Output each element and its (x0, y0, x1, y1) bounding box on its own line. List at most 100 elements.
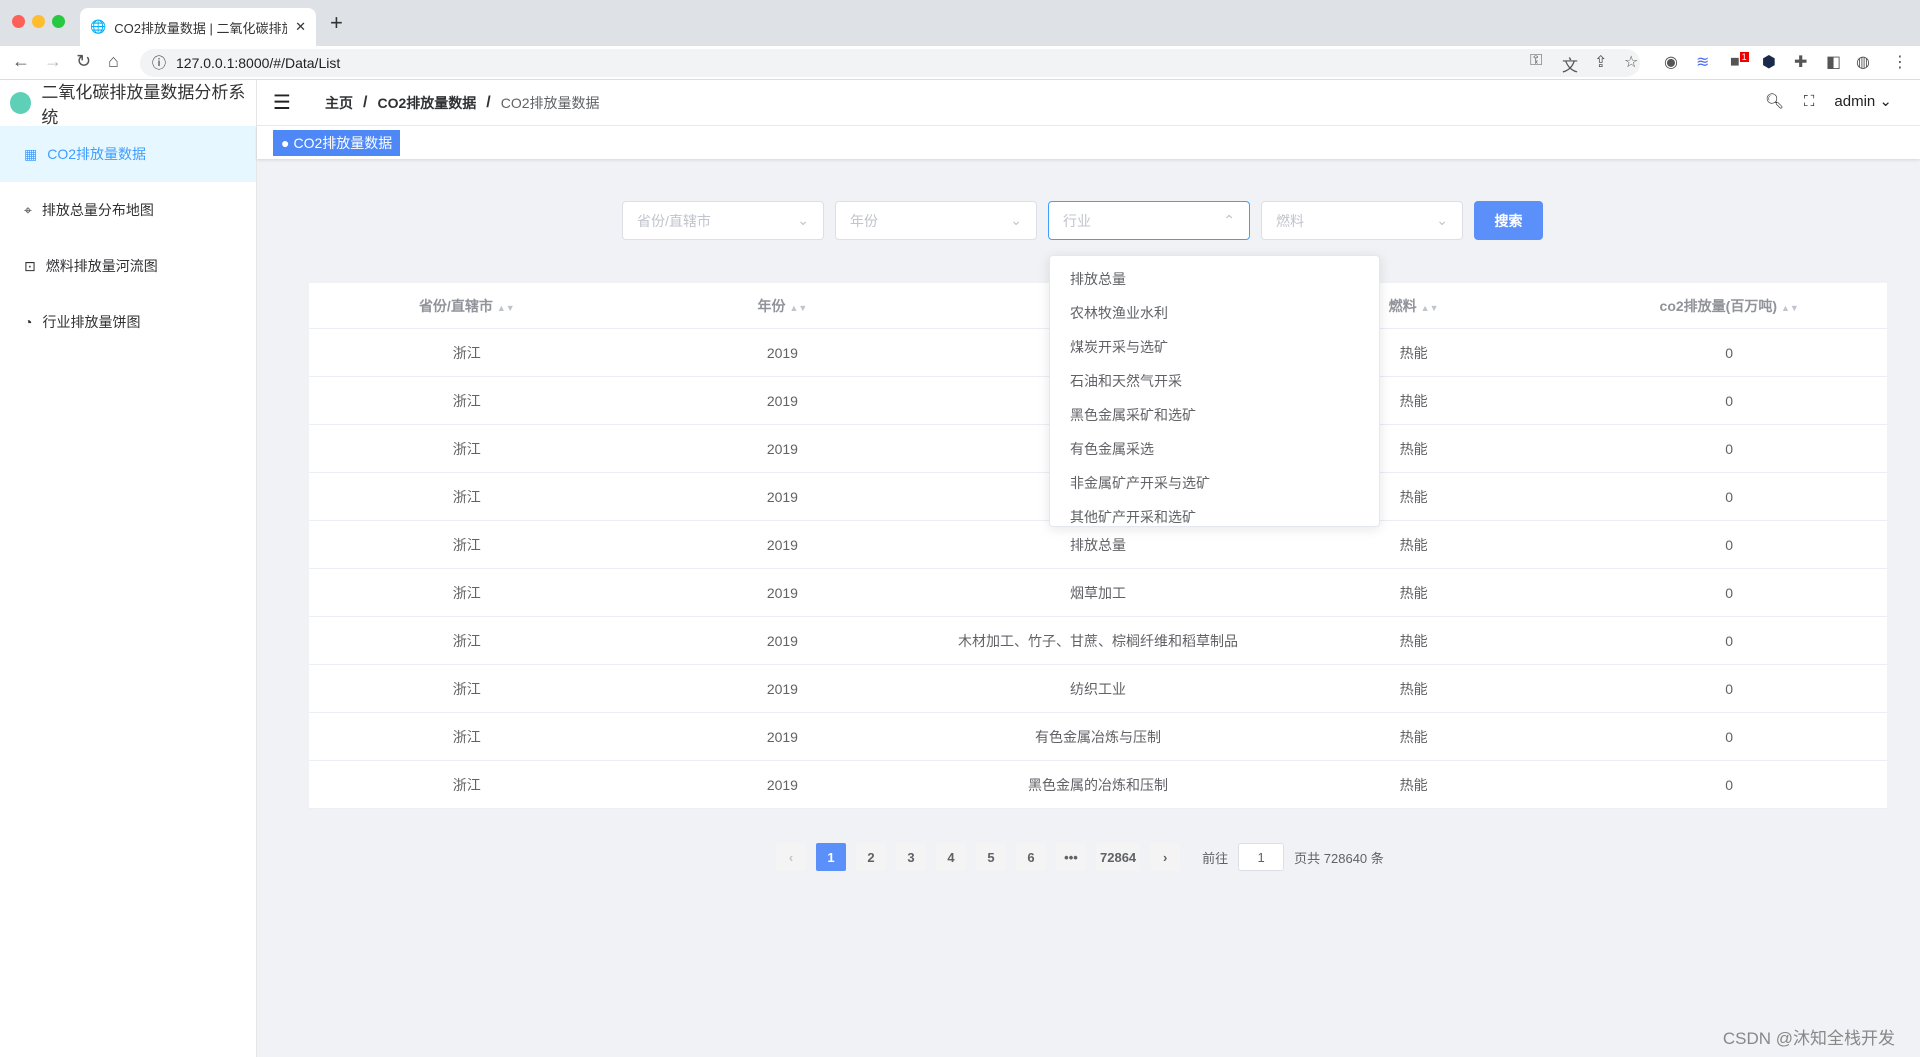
close-window-button[interactable] (12, 15, 25, 28)
share-icon[interactable]: ⇪ (1594, 52, 1607, 72)
total-label: 页共 728640 条 (1294, 850, 1384, 866)
table-cell: 2019 (766, 536, 798, 553)
browser-tab[interactable]: 🌐CO2排放量数据 | 二氧化碳排放量数据分析系统✕ (80, 8, 316, 46)
bookmark-star-icon[interactable]: ☆ (1624, 52, 1638, 72)
new-tab-button[interactable]: + (330, 10, 343, 36)
chevron-down-icon: ⌄ (1436, 212, 1448, 228)
industry-dropdown: 排放总量 农林牧渔业水利 煤炭开采与选矿 石油和天然气开采 黑色金属采矿和选矿 有色金属采… (1049, 255, 1380, 527)
sidebar-item-industry-pie-chart[interactable]: ◔ 行业排放量饼图 (0, 294, 256, 350)
home-icon[interactable]: ⌂ (108, 51, 119, 72)
prev-page-button[interactable]: ‹ (776, 843, 806, 871)
dropdown-option[interactable]: 煤炭开采与选矿 (1050, 330, 1379, 364)
app-title: 二氧化碳排放量数据分析系统 (41, 83, 246, 127)
table-row: 浙江 2019 纺织工业 热能 0 (309, 665, 1887, 713)
dropdown-option[interactable]: 其他矿产开采和选矿 (1050, 500, 1379, 534)
grid-icon: ▦ (24, 145, 38, 162)
sidebar-item-co2-data[interactable]: ▦ CO2排放量数据 (0, 126, 256, 182)
breadcrumb-section[interactable]: CO2排放量数据 (377, 93, 476, 113)
sort-icon[interactable]: ▲▼ (1781, 303, 1799, 313)
industry-select[interactable]: 行业 ⌃ (1048, 201, 1250, 240)
address-bar-row: ← → ↻ ⌂ ⓘ 127.0.0.1:8000/#/Data/List ⚿ 文 … (0, 46, 1920, 80)
search-icon[interactable]: 🔍︎ (1765, 92, 1784, 110)
dropdown-option[interactable]: 排放总量 (1050, 262, 1379, 296)
tag-co2-data[interactable]: ● CO2排放量数据 (273, 130, 401, 156)
table-row: 浙江 2019 烟草加工 热能 0 (309, 569, 1887, 617)
year-select[interactable]: 年份 ⌄ (835, 201, 1037, 240)
key-icon[interactable]: ⚿ (1530, 52, 1542, 70)
province-select[interactable]: 省份/直辖市 ⌄ (622, 201, 824, 240)
page-1[interactable]: 1 (816, 843, 846, 871)
table-cell: 浙江 (452, 584, 481, 601)
table-cell: 0 (1725, 680, 1734, 697)
page-6[interactable]: 6 (1016, 843, 1046, 871)
column-header[interactable]: 省份/直辖市 ▲▼ (309, 296, 625, 316)
table-cell: 2019 (766, 584, 798, 601)
sort-icon[interactable]: ▲▼ (789, 303, 807, 313)
back-icon[interactable]: ← (12, 51, 30, 72)
table-row: 浙江 2019 有色金属冶炼与压制 热能 0 (309, 713, 1887, 761)
page-5[interactable]: 5 (976, 843, 1006, 871)
user-menu[interactable]: admin ⌄ (1834, 92, 1892, 110)
table-cell: 2019 (766, 488, 798, 505)
dropdown-option[interactable]: 非金属矿产开采与选矿 (1050, 466, 1379, 500)
reload-icon[interactable]: ↻ (76, 51, 91, 72)
page-3[interactable]: 3 (896, 843, 926, 871)
csdn-watermark: CSDN @沐知全栈开发 (1722, 1029, 1895, 1048)
translate-icon[interactable]: 文 (1562, 52, 1578, 76)
profile-icon[interactable]: ◍ (1856, 52, 1870, 72)
more-pages-button[interactable]: ••• (1056, 843, 1086, 871)
table-cell: 浙江 (452, 680, 481, 697)
forward-icon[interactable]: → (44, 51, 62, 72)
table-cell: 浙江 (452, 776, 481, 793)
menu-kebab-icon[interactable]: ⋮ (1892, 52, 1908, 72)
table-cell: 0 (1725, 776, 1734, 793)
url-input[interactable]: ⓘ 127.0.0.1:8000/#/Data/List (140, 49, 1640, 77)
extension-avatar-icon[interactable]: ◉ (1664, 52, 1678, 72)
table-cell: 2019 (766, 440, 798, 457)
sort-icon[interactable]: ▲▼ (497, 303, 515, 313)
dropdown-option[interactable]: 石油和天然气开采 (1050, 364, 1379, 398)
sidebar-item-distribution-map[interactable]: ⌖ 排放总量分布地图 (0, 182, 256, 238)
sidepanel-icon[interactable]: ◧ (1826, 52, 1841, 72)
table-cell: 排放总量 (1069, 536, 1126, 553)
table-cell: 0 (1725, 728, 1734, 745)
page-2[interactable]: 2 (856, 843, 886, 871)
table-cell: 2019 (766, 344, 798, 361)
breadcrumb-current: CO2排放量数据 (500, 94, 600, 111)
extension-badge-icon[interactable]: ■ 1 (1730, 52, 1749, 71)
extension-layers-icon[interactable]: ≋ (1696, 52, 1709, 72)
last-page[interactable]: 72864 (1096, 843, 1141, 871)
tags-view: ● CO2排放量数据 (257, 126, 1920, 159)
table-cell: 浙江 (452, 728, 481, 745)
table-cell: 0 (1725, 632, 1734, 649)
table-cell: 2019 (766, 728, 798, 745)
minimize-window-button[interactable] (32, 15, 45, 28)
table-cell: 2019 (766, 392, 798, 409)
table-cell: 热能 (1399, 728, 1428, 745)
extensions-puzzle-icon[interactable]: ✚ (1794, 52, 1807, 72)
maximize-window-button[interactable] (52, 15, 65, 28)
table-cell: 2019 (766, 776, 798, 793)
fullscreen-icon[interactable]: ⛶ (1804, 93, 1815, 110)
presentation-chart-icon: ⊡ (24, 257, 36, 274)
extension-hex-icon[interactable]: ⬢ (1762, 52, 1776, 72)
co2-cloud-logo-icon (10, 92, 32, 114)
next-page-button[interactable]: › (1150, 843, 1181, 871)
pie-chart-icon: ◔ (24, 314, 33, 330)
sidebar-item-fuel-river-chart[interactable]: ⊡ 燃料排放量河流图 (0, 238, 256, 294)
dropdown-option[interactable]: 有色金属采选 (1050, 432, 1379, 466)
page-4[interactable]: 4 (936, 843, 966, 871)
search-button[interactable]: 搜索 (1474, 201, 1543, 240)
sort-icon[interactable]: ▲▼ (1421, 303, 1439, 313)
goto-page-input[interactable] (1238, 843, 1285, 871)
fuel-select[interactable]: 燃料 ⌄ (1261, 201, 1463, 240)
dropdown-option[interactable]: 农林牧渔业水利 (1050, 296, 1379, 330)
close-tab-icon[interactable]: ✕ (295, 19, 306, 35)
column-header[interactable]: co2排放量(百万吨) ▲▼ (1571, 296, 1887, 316)
breadcrumb-home[interactable]: 主页 (325, 93, 353, 113)
chevron-down-icon: ⌄ (1010, 212, 1022, 228)
menu-toggle-icon[interactable]: ☰ (273, 90, 313, 115)
app-logo: 二氧化碳排放量数据分析系统 (0, 80, 256, 127)
dropdown-option[interactable]: 黑色金属采矿和选矿 (1050, 398, 1379, 432)
column-header[interactable]: 年份 ▲▼ (625, 296, 941, 316)
